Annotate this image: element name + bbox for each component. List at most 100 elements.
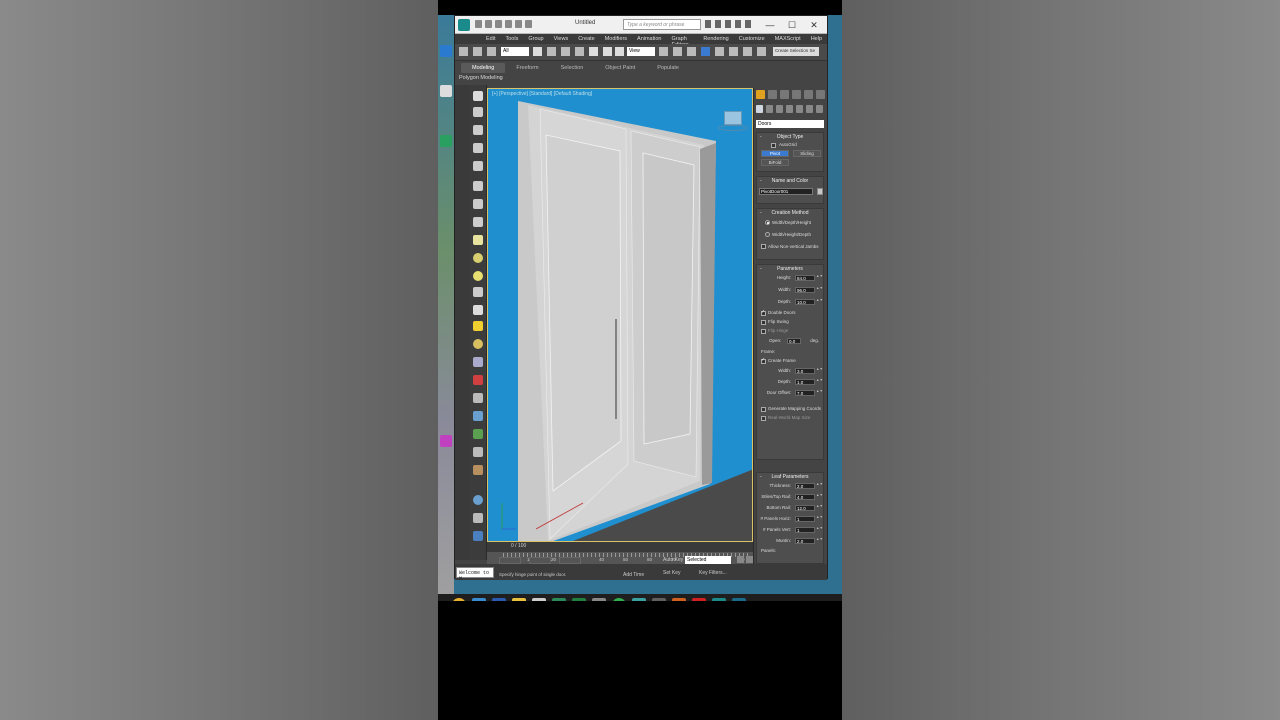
tab-freeform[interactable]: Freeform	[505, 63, 549, 73]
render-icon[interactable]	[473, 495, 483, 505]
settings-icon[interactable]	[592, 598, 606, 601]
spinner-arrows-icon[interactable]: ▲▼	[816, 378, 823, 385]
geosphere-icon[interactable]	[473, 271, 483, 281]
foliage-icon[interactable]	[473, 429, 483, 439]
set-key-button[interactable]: Set Key	[663, 570, 681, 576]
maxscript-listener[interactable]: Welcome to M	[456, 567, 494, 582]
polygon-modeling-label[interactable]: Polygon Modeling	[459, 75, 503, 81]
menu-edit[interactable]: Edit	[481, 34, 500, 44]
chrome-icon[interactable]	[452, 598, 466, 601]
selection-filter-dropdown[interactable]: All	[501, 47, 529, 56]
select-by-name-icon[interactable]	[547, 47, 556, 56]
height-spinner[interactable]: 84.0	[795, 275, 815, 281]
binoculars-icon[interactable]	[705, 20, 711, 28]
panels-horiz-spinner[interactable]: 1	[795, 516, 815, 522]
spinner-arrows-icon[interactable]: ▲▼	[816, 286, 823, 293]
menu-maxscript[interactable]: MAXScript	[770, 34, 806, 44]
double-doors-checkbox[interactable]	[761, 309, 766, 316]
spinner-arrows-icon[interactable]: ▲▼	[816, 493, 823, 500]
spacewarp-icon[interactable]	[473, 217, 483, 227]
layer-icon[interactable]	[473, 125, 483, 135]
tab-object-paint[interactable]: Object Paint	[594, 63, 646, 73]
tab-populate[interactable]: Populate	[646, 63, 690, 73]
pivot-center-icon[interactable]	[659, 47, 668, 56]
menu-help[interactable]: Help	[806, 34, 827, 44]
stiles-spinner[interactable]: 4.0	[795, 494, 815, 500]
app-logo-icon[interactable]	[458, 19, 470, 31]
link-icon[interactable]	[459, 47, 468, 56]
real-world-checkbox[interactable]	[761, 416, 766, 421]
x-coord-field[interactable]	[499, 557, 521, 564]
edit-named-selection-icon[interactable]	[757, 47, 766, 56]
auto-key-dropdown[interactable]: Selected	[685, 556, 731, 564]
signin-icon[interactable]	[715, 20, 721, 28]
menu-graph-editors[interactable]: Graph Editors	[667, 34, 699, 48]
spinner-arrows-icon[interactable]: ▲▼	[816, 526, 823, 533]
render-setup-icon[interactable]	[473, 513, 483, 523]
camera-icon[interactable]	[473, 181, 483, 191]
material-icon[interactable]	[473, 465, 483, 475]
redo-icon[interactable]	[515, 20, 522, 28]
acrobat-icon[interactable]	[692, 598, 706, 601]
flip-hinge-checkbox[interactable]	[761, 329, 766, 334]
spinner-arrows-icon[interactable]: ▲▼	[816, 389, 823, 396]
menu-tools[interactable]: Tools	[500, 34, 523, 44]
project-folder-icon[interactable]	[525, 20, 532, 28]
viewport-label[interactable]: [+] [Perspective] [Standard] [Default Sh…	[492, 91, 592, 97]
keyboard-shortcut-icon[interactable]	[687, 47, 696, 56]
viewcube-compass[interactable]	[718, 125, 748, 131]
panels-vert-spinner[interactable]: 1	[795, 527, 815, 533]
menu-group[interactable]: Group	[523, 34, 548, 44]
width-spinner[interactable]: 96.0	[795, 287, 815, 293]
autogrid-checkbox[interactable]	[771, 143, 776, 148]
desktop-icon[interactable]	[440, 85, 452, 97]
word-icon[interactable]	[492, 598, 506, 601]
window-crossing-icon[interactable]	[575, 47, 584, 56]
reference-coordinate-dropdown[interactable]: View	[627, 47, 655, 56]
box-icon[interactable]	[473, 107, 483, 117]
cone-icon[interactable]	[473, 305, 483, 315]
paint-icon[interactable]	[672, 598, 686, 601]
viewcube[interactable]	[724, 111, 742, 125]
display-tab-icon[interactable]	[804, 90, 813, 99]
app-icon[interactable]	[632, 598, 646, 601]
tab-selection[interactable]: Selection	[550, 63, 595, 73]
rollout-header[interactable]: Leaf Parameters	[757, 473, 823, 481]
help-icon[interactable]	[745, 20, 751, 28]
omni-icon[interactable]	[473, 339, 483, 349]
rollout-header[interactable]: Name and Color	[757, 177, 823, 185]
create-frame-checkbox[interactable]	[761, 357, 766, 364]
flip-swing-checkbox[interactable]	[761, 320, 766, 325]
exchange-icon[interactable]	[725, 20, 731, 28]
muntin-spinner[interactable]: 2.0	[795, 538, 815, 544]
select-manipulate-icon[interactable]	[673, 47, 682, 56]
space-warps-icon[interactable]	[806, 105, 813, 113]
new-icon[interactable]	[475, 20, 482, 28]
geometry-icon[interactable]	[756, 105, 763, 113]
object-color-swatch[interactable]	[817, 188, 823, 195]
minimize-button[interactable]: —	[759, 17, 781, 33]
frame-depth-spinner[interactable]: 1.0	[795, 379, 815, 385]
rollout-header[interactable]: Object Type	[757, 133, 823, 141]
spinner-arrows-icon[interactable]: ▲▼	[816, 367, 823, 374]
biped-icon[interactable]	[473, 447, 483, 457]
object-name-field[interactable]: PivotDoor001	[759, 188, 813, 195]
shapes-icon[interactable]	[766, 105, 773, 113]
depth-spinner[interactable]: 10.0	[795, 299, 815, 305]
key-filters-button[interactable]: Key Filters...	[699, 570, 727, 576]
width-height-depth-radio[interactable]	[765, 232, 770, 237]
environment-icon[interactable]	[473, 531, 483, 541]
undo-icon[interactable]	[505, 20, 512, 28]
star-icon[interactable]	[735, 20, 741, 28]
rollout-header[interactable]: Parameters	[757, 265, 823, 273]
move-icon[interactable]	[589, 47, 598, 56]
spinner-arrows-icon[interactable]: ▲▼	[816, 274, 823, 281]
lights-icon[interactable]	[776, 105, 783, 113]
bifold-button[interactable]: BiFold	[761, 159, 789, 166]
thickness-spinner[interactable]: 2.0	[795, 483, 815, 489]
app-icon[interactable]	[732, 598, 746, 601]
whatsapp-icon[interactable]	[612, 598, 626, 601]
systems-icon[interactable]	[816, 105, 823, 113]
width-depth-height-radio[interactable]	[765, 220, 770, 225]
open-spinner[interactable]: 0.0	[787, 338, 801, 344]
